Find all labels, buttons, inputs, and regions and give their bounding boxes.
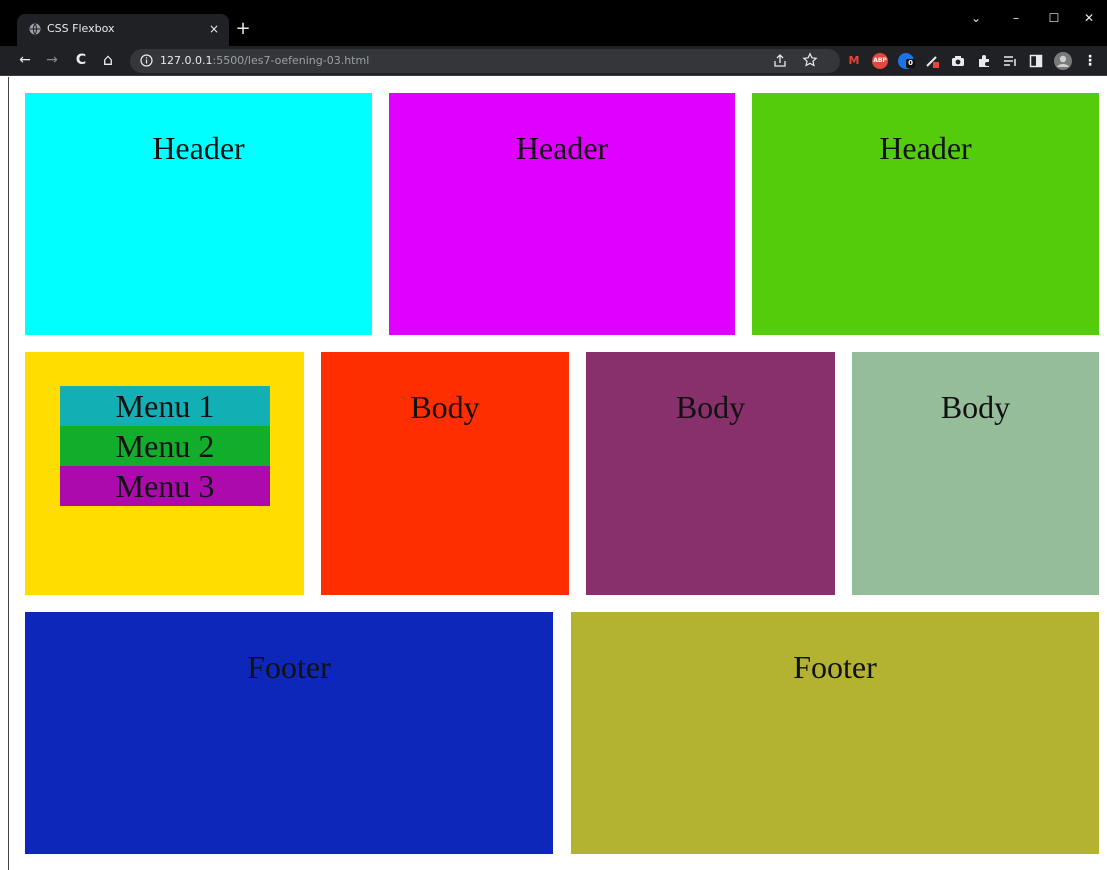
url-path: :5500/les7-oefening-03.html <box>212 54 370 67</box>
body-label: Body <box>675 389 746 425</box>
url-text[interactable]: 127.0.0.1:5500/les7-oefening-03.html <box>160 54 369 67</box>
tab-close-icon[interactable]: × <box>204 19 224 39</box>
page-content: Header Header Header Menu 1 Menu 2 Menu … <box>9 77 1107 870</box>
menu-list: Menu 1 Menu 2 Menu 3 <box>60 386 270 506</box>
header-label: Header <box>152 130 245 166</box>
extension-badge-icon[interactable]: 0 <box>898 53 915 69</box>
menu-item-3[interactable]: Menu 3 <box>60 466 270 506</box>
home-button[interactable]: ⌂ <box>97 49 119 71</box>
back-button[interactable]: ← <box>14 49 36 71</box>
reload-button[interactable]: C <box>70 49 92 71</box>
badge-count: 0 <box>906 59 915 68</box>
close-window-button[interactable]: ✕ <box>1075 6 1103 30</box>
minimize-button[interactable]: – <box>1002 6 1030 30</box>
header-label: Header <box>879 130 972 166</box>
info-icon[interactable] <box>140 54 153 67</box>
tab-search-icon[interactable]: ⌄ <box>962 6 990 30</box>
reading-list-icon[interactable] <box>1002 53 1018 69</box>
footer-box-1: Footer <box>25 612 553 854</box>
body-box-1: Body <box>321 352 569 595</box>
address-bar[interactable]: 127.0.0.1:5500/les7-oefening-03.html <box>130 49 840 73</box>
browser-toolbar: ← → C ⌂ 127.0.0.1:5500/les7-oefening-03.… <box>0 46 1107 76</box>
header-label: Header <box>515 130 609 166</box>
browser-titlebar: CSS Flexbox × + ⌄ – ☐ ✕ <box>0 0 1107 46</box>
sidebar-box: Menu 1 Menu 2 Menu 3 <box>25 352 304 595</box>
body-label: Body <box>410 389 480 425</box>
color-picker-icon[interactable] <box>924 53 940 69</box>
menu-item-2[interactable]: Menu 2 <box>60 426 270 466</box>
new-tab-button[interactable]: + <box>233 17 253 41</box>
profile-avatar-icon[interactable] <box>1054 52 1072 70</box>
url-host: 127.0.0.1 <box>160 54 213 67</box>
browser-tab[interactable]: CSS Flexbox × <box>17 14 229 46</box>
header-box-1: Header <box>25 93 372 335</box>
camera-icon[interactable] <box>950 53 966 69</box>
globe-icon <box>29 23 41 35</box>
footer-label: Footer <box>247 649 331 685</box>
adblock-icon[interactable]: ABP <box>872 53 888 69</box>
body-box-3: Body <box>852 352 1099 595</box>
header-box-3: Header <box>752 93 1099 335</box>
gmail-icon[interactable]: M <box>846 53 862 69</box>
share-icon[interactable] <box>772 53 788 69</box>
puzzle-icon[interactable] <box>976 53 992 69</box>
bookmark-star-icon[interactable] <box>802 52 818 68</box>
header-box-2: Header <box>389 93 735 335</box>
tab-title: CSS Flexbox <box>47 22 115 35</box>
maximize-button[interactable]: ☐ <box>1040 6 1068 30</box>
forward-button[interactable]: → <box>41 49 63 71</box>
body-label: Body <box>940 389 1011 425</box>
body-box-2: Body <box>586 352 835 595</box>
side-panel-icon[interactable] <box>1028 53 1044 69</box>
footer-label: Footer <box>793 649 877 685</box>
footer-box-2: Footer <box>571 612 1099 854</box>
menu-item-1[interactable]: Menu 1 <box>60 386 270 426</box>
kebab-menu-icon[interactable]: ⋮ <box>1083 53 1097 69</box>
